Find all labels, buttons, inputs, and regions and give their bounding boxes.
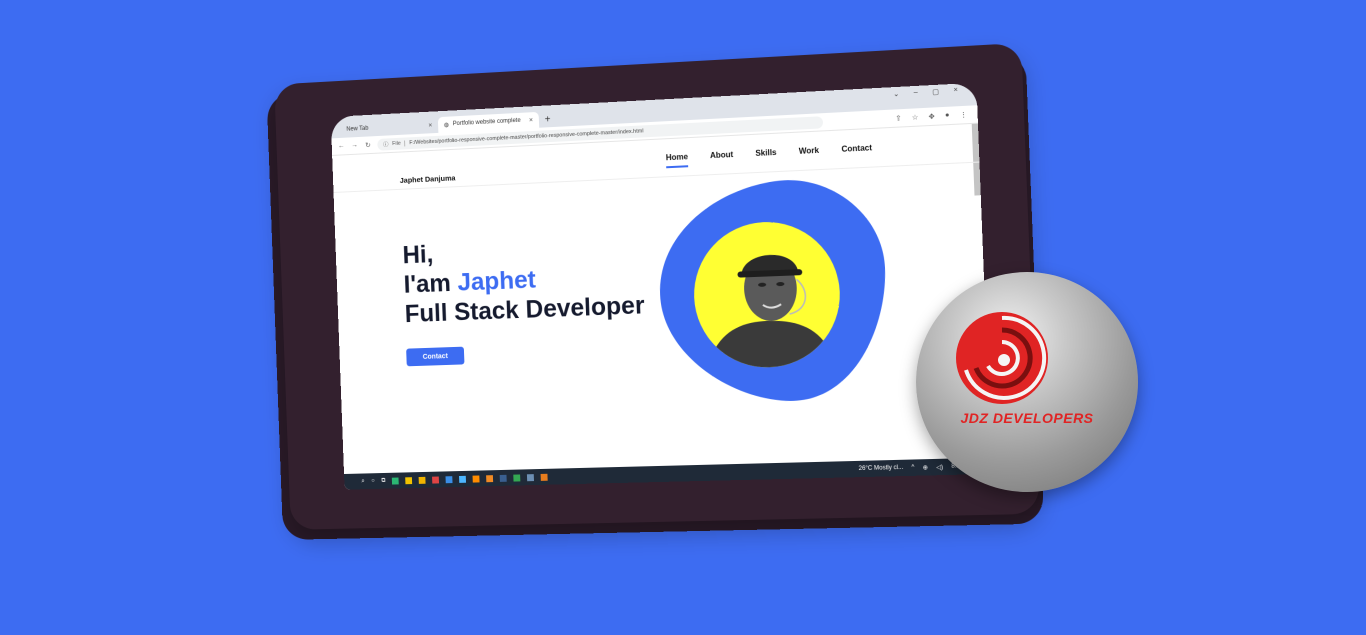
profile-icon[interactable]: ● [945,111,950,119]
toolbar-actions: ⇪ ☆ ✥ ● ⋮ [895,110,977,122]
tab-label: Portfolio website complete [452,117,521,128]
nav-work[interactable]: Work [799,146,820,156]
back-icon[interactable]: ← [337,143,345,150]
weather-status[interactable]: 26°C Mostly cl... [858,464,903,472]
jdz-badge: JDZ DEVELOPERS [916,272,1138,492]
app-icon[interactable] [432,476,440,484]
jdz-logo-icon [956,312,1048,404]
nav-about[interactable]: About [710,150,734,160]
app-icon[interactable] [499,474,508,482]
volume-icon[interactable]: ◁) [936,463,943,470]
network-icon[interactable]: ⊕ [923,464,928,471]
menu-icon[interactable]: ⋮ [960,110,968,119]
task-view-icon[interactable]: ⧉ [381,477,385,484]
nav-contact[interactable]: Contact [841,143,872,154]
hero-name: Japhet [457,265,537,297]
star-icon[interactable]: ☆ [912,113,919,121]
chevron-up-icon[interactable]: ^ [911,464,914,471]
search-app-icon[interactable] [472,474,480,483]
site-nav: Home About Skills Work Contact [666,143,873,162]
search-icon[interactable]: ⌕ [361,478,364,485]
share-icon[interactable]: ⇪ [895,114,901,122]
vlc-icon[interactable] [486,474,494,482]
app-icon[interactable] [540,473,548,481]
address-prefix: File [392,139,406,147]
chevron-down-icon[interactable]: ⌄ [893,90,899,98]
info-icon: ⓘ [383,141,389,148]
close-icon[interactable]: × [428,122,432,129]
hero-intro-prefix: I'am [403,268,459,299]
nav-home[interactable]: Home [666,152,689,162]
forward-icon[interactable]: → [351,142,359,149]
reload-icon[interactable]: ↻ [364,141,372,149]
extensions-icon[interactable]: ✥ [928,112,935,120]
hero-text: Hi, I'am Japhet Full Stack Developer [402,230,645,329]
app-icon[interactable] [405,476,413,484]
window-controls: ⌄ – ▢ × [893,87,958,99]
store-icon[interactable] [445,475,453,483]
site-brand[interactable]: Japhet Danjuma [400,173,456,184]
cortana-icon[interactable]: ○ [371,478,375,484]
tab-label: New Tab [346,125,369,133]
nav-skills[interactable]: Skills [755,148,776,158]
minimize-icon[interactable]: – [914,89,918,97]
contact-button[interactable]: Contact [406,346,465,367]
new-tab-button[interactable]: + [544,111,551,127]
jdz-badge-text: JDZ DEVELOPERS [960,410,1094,426]
maximize-icon[interactable]: ▢ [932,88,939,96]
close-icon[interactable]: × [529,117,533,124]
close-window-icon[interactable]: × [953,87,958,95]
mail-icon[interactable] [459,475,467,483]
hero-blob-image [655,175,891,405]
app-icon[interactable] [527,473,535,481]
edge-icon[interactable] [392,477,400,485]
tablet-screen: New Tab × ◍ Portfolio website complete ×… [330,82,992,490]
globe-icon: ◍ [443,122,450,129]
file-explorer-icon[interactable] [418,476,426,484]
chrome-icon[interactable] [513,473,521,482]
